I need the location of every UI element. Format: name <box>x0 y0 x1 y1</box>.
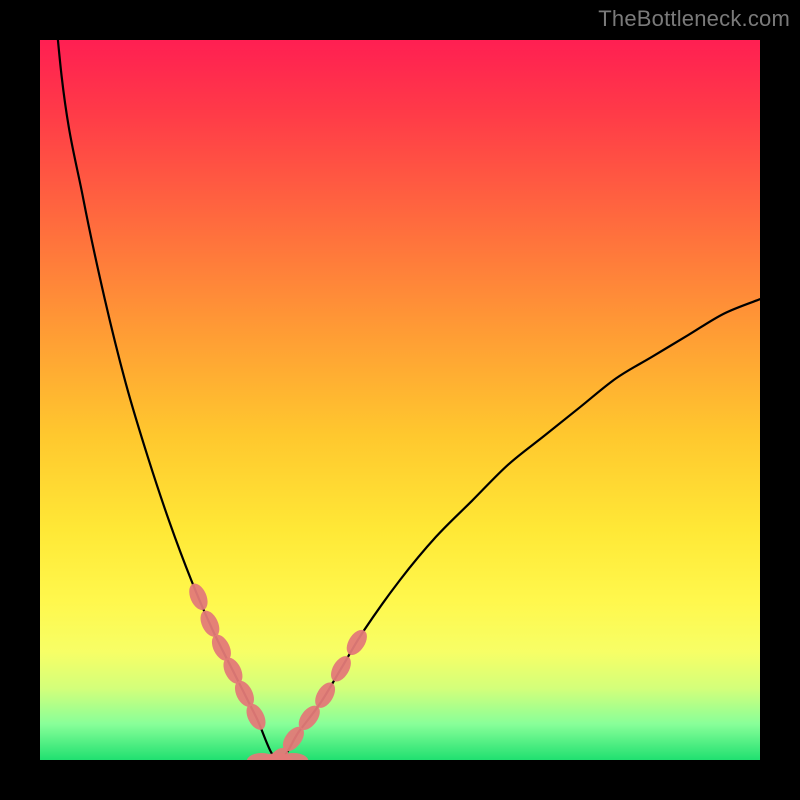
bottleneck-curve <box>40 40 760 760</box>
highlight-pills <box>186 581 372 760</box>
curves-layer <box>40 40 760 760</box>
plot-area <box>40 40 760 760</box>
watermark-text: TheBottleneck.com <box>598 6 790 32</box>
chart-stage: TheBottleneck.com <box>0 0 800 800</box>
